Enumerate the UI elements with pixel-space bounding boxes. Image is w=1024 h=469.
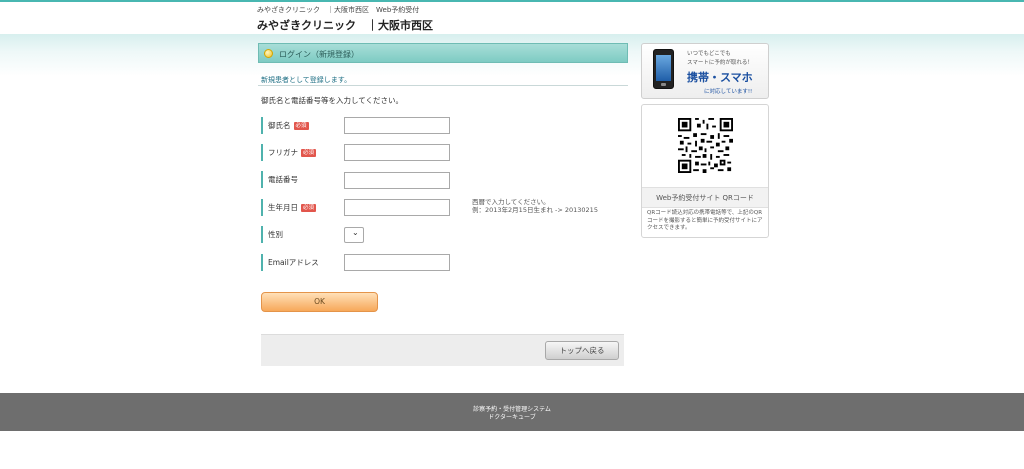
banner-line3: に対応しています!! xyxy=(704,89,753,95)
login-title: ログイン（新規登録） xyxy=(279,50,359,59)
birthdate-label-text: 生年月日 xyxy=(268,203,298,212)
qr-description: QRコード読込対応の携帯電話等で、上記のQRコードを撮影すると簡単に予約受付サイ… xyxy=(647,210,763,231)
back-to-top-button[interactable]: トップへ戻る xyxy=(545,341,619,360)
login-heading-bar: ログイン（新規登録） xyxy=(258,43,628,63)
phone-label: 電話番号 xyxy=(261,171,298,188)
banner-line2: スマートに予約が取れる！ xyxy=(687,60,753,66)
phone-home-button xyxy=(661,83,666,86)
clinic-title[interactable]: みやざきクリニック ｜大阪市西区 xyxy=(257,17,433,33)
mobile-banner[interactable]: いつでもどこでも スマートに予約が取れる！ 携帯・スマホ に対応しています!! xyxy=(641,43,769,99)
qr-code-icon xyxy=(678,118,733,173)
qr-card: Web予約受付サイト QRコード QRコード読込対応の携帯電話等で、上記のQRコ… xyxy=(641,104,769,238)
footer: 診察予約・受付管理システム ドクターキューブ xyxy=(0,393,1024,431)
email-label: Emailアドレス xyxy=(261,254,319,271)
furigana-input[interactable] xyxy=(344,144,450,161)
furigana-label-text: フリガナ xyxy=(268,148,298,157)
divider xyxy=(258,85,628,86)
name-label: 御氏名 必須 xyxy=(261,117,309,134)
gender-label: 性別 xyxy=(261,226,283,243)
birthdate-input[interactable] xyxy=(344,199,450,216)
qr-title-bar: Web予約受付サイト QRコード xyxy=(642,187,768,208)
header-subtitle: みやざきクリニック ｜大阪市西区 Web予約受付 xyxy=(257,6,420,14)
birthdate-note-line1: 西暦で入力してください。 xyxy=(472,198,550,206)
banner-line1: いつでもどこでも xyxy=(687,51,731,57)
birthdate-label: 生年月日 必須 xyxy=(261,199,317,216)
smartphone-icon xyxy=(653,49,674,89)
required-badge: 必須 xyxy=(293,122,309,130)
gender-label-text: 性別 xyxy=(268,230,283,239)
birthdate-note: 西暦で入力してください。 例：2013年2月15日生まれ -> 20130215 xyxy=(472,198,598,214)
phone-input[interactable] xyxy=(344,172,450,189)
banner-headline: 携帯・スマホ xyxy=(687,71,753,84)
action-bar: トップへ戻る xyxy=(261,334,624,366)
form-instructions: 御氏名と電話番号等を入力してください。 xyxy=(261,96,404,105)
gender-select[interactable] xyxy=(344,227,364,243)
name-label-text: 御氏名 xyxy=(268,121,291,130)
email-label-text: Emailアドレス xyxy=(268,258,319,267)
required-badge: 必須 xyxy=(301,204,317,212)
name-input[interactable] xyxy=(344,117,450,134)
site-header: みやざきクリニック ｜大阪市西区 Web予約受付 みやざきクリニック ｜大阪市西… xyxy=(0,2,1024,34)
footer-brand: ドクターキューブ xyxy=(488,414,536,421)
ok-button[interactable]: OK xyxy=(261,292,378,312)
page-bottom xyxy=(0,431,1024,469)
phone-screen xyxy=(656,55,671,81)
birthdate-note-line2: 例：2013年2月15日生まれ -> 20130215 xyxy=(472,206,598,214)
email-input[interactable] xyxy=(344,254,450,271)
qr-title: Web予約受付サイト QRコード xyxy=(656,194,754,202)
required-badge: 必須 xyxy=(301,149,317,157)
furigana-label: フリガナ 必須 xyxy=(261,144,317,161)
phone-label-text: 電話番号 xyxy=(268,175,298,184)
yellow-dot-icon xyxy=(264,49,273,58)
new-patient-text: 新規患者として登録します。 xyxy=(261,76,352,84)
